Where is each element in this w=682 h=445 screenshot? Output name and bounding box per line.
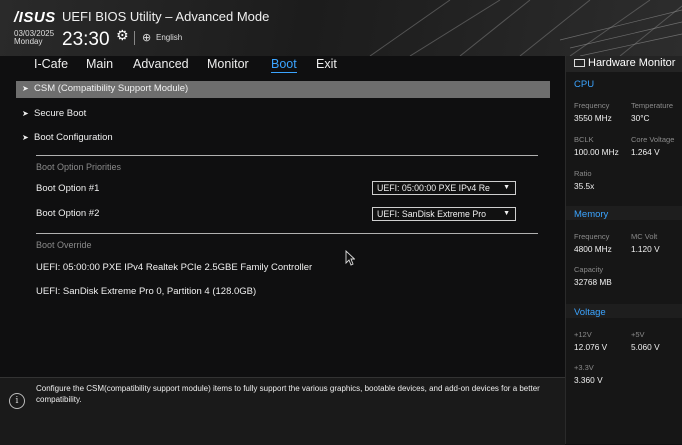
gear-icon[interactable]: ⚙ — [116, 27, 129, 44]
mouse-cursor-icon — [345, 250, 355, 266]
menu-item-label: Secure Boot — [34, 108, 87, 119]
header-decoration — [369, 0, 682, 56]
memory-frequency-value: 4800 MHz — [574, 244, 612, 254]
voltage-section-title: Voltage — [574, 307, 606, 318]
menu-item-label: Boot Configuration — [34, 132, 113, 143]
v33-label: +3.3V — [574, 363, 594, 372]
boot-override-item-pxe[interactable]: UEFI: 05:00:00 PXE IPv4 Realtek PCIe 2.5… — [36, 262, 312, 273]
cpu-temperature-value: 30°C — [631, 113, 650, 123]
divider — [36, 233, 538, 234]
tab-exit[interactable]: Exit — [316, 57, 337, 71]
bclk-value: 100.00 MHz — [574, 147, 619, 157]
tab-main[interactable]: Main — [86, 57, 113, 71]
monitor-icon — [574, 59, 585, 67]
v12-label: +12V — [574, 330, 592, 339]
boot-option-2-label: Boot Option #2 — [36, 208, 100, 219]
chevron-right-icon: ➤ — [22, 133, 29, 142]
cpu-temperature-label: Temperature — [631, 101, 674, 110]
boot-option-priorities-label: Boot Option Priorities — [36, 162, 122, 172]
core-voltage-value: 1.264 V — [631, 147, 660, 157]
menu-item-label: CSM (Compatibility Support Module) — [34, 83, 189, 94]
tab-i-cafe[interactable]: I-Cafe — [34, 57, 68, 71]
bclk-label: BCLK — [574, 135, 594, 144]
title-bar: /ISUS UEFI BIOS Utility – Advanced Mode … — [0, 0, 682, 56]
app-title: UEFI BIOS Utility – Advanced Mode — [62, 9, 270, 24]
hardware-monitor-panel: Hardware Monitor CPU Frequency Temperatu… — [565, 56, 682, 444]
cpu-frequency-value: 3550 MHz — [574, 113, 612, 123]
mc-volt-label: MC Volt — [631, 232, 658, 241]
help-text: Configure the CSM(compatibility support … — [36, 384, 540, 404]
core-voltage-label: Core Voltage — [631, 135, 675, 144]
boot-override-item-sandisk[interactable]: UEFI: SanDisk Extreme Pro 0, Partition 4… — [36, 286, 256, 297]
chevron-right-icon: ➤ — [22, 109, 29, 118]
boot-override-label: Boot Override — [36, 240, 92, 250]
boot-option-1-value: UEFI: 05:00:00 PXE IPv4 Re — [377, 183, 490, 193]
v5-label: +5V — [631, 330, 645, 339]
hardware-monitor-title: Hardware Monitor — [588, 57, 676, 69]
boot-option-1-select[interactable]: UEFI: 05:00:00 PXE IPv4 Re ▼ — [372, 181, 516, 195]
date-display: 03/03/2025 Monday — [14, 30, 54, 46]
memory-frequency-label: Frequency — [574, 232, 610, 241]
capacity-value: 32768 MB — [574, 277, 612, 287]
cpu-frequency-label: Frequency — [574, 101, 610, 110]
time-display: 23:30 — [62, 29, 110, 50]
hardware-monitor-header: Hardware Monitor — [566, 56, 682, 72]
chevron-down-icon: ▼ — [503, 210, 510, 217]
tab-boot[interactable]: Boot — [271, 57, 297, 73]
globe-icon[interactable]: ⊕ — [142, 31, 151, 44]
main-nav: I-Cafe Main Advanced Monitor Boot Exit — [0, 56, 565, 76]
boot-option-2-value: UEFI: SanDisk Extreme Pro — [377, 209, 487, 219]
header-separator — [134, 31, 135, 45]
tab-monitor[interactable]: Monitor — [207, 57, 249, 71]
ratio-value: 35.5x — [574, 181, 595, 191]
ratio-label: Ratio — [574, 169, 592, 178]
help-panel: i Configure the CSM(compatibility suppor… — [0, 377, 565, 445]
tab-advanced[interactable]: Advanced — [133, 57, 189, 71]
chevron-right-icon: ➤ — [22, 84, 29, 93]
v5-value: 5.060 V — [631, 342, 660, 352]
asus-logo: /ISUS — [14, 9, 56, 26]
memory-section-title: Memory — [574, 209, 609, 220]
language-selector[interactable]: English — [156, 33, 182, 42]
menu-item-boot-configuration[interactable]: ➤ Boot Configuration — [22, 132, 113, 143]
menu-item-csm[interactable]: ➤ CSM (Compatibility Support Module) — [22, 83, 188, 94]
day-text: Monday — [14, 37, 43, 46]
v12-value: 12.076 V — [574, 342, 608, 352]
capacity-label: Capacity — [574, 265, 604, 274]
boot-option-1-label: Boot Option #1 — [36, 183, 100, 194]
info-icon: i — [9, 393, 25, 409]
chevron-down-icon: ▼ — [503, 184, 510, 191]
divider — [36, 155, 538, 156]
mc-volt-value: 1.120 V — [631, 244, 660, 254]
cpu-section-title: CPU — [574, 79, 595, 90]
menu-item-secure-boot[interactable]: ➤ Secure Boot — [22, 108, 86, 119]
boot-option-2-select[interactable]: UEFI: SanDisk Extreme Pro ▼ — [372, 207, 516, 221]
v33-value: 3.360 V — [574, 375, 603, 385]
